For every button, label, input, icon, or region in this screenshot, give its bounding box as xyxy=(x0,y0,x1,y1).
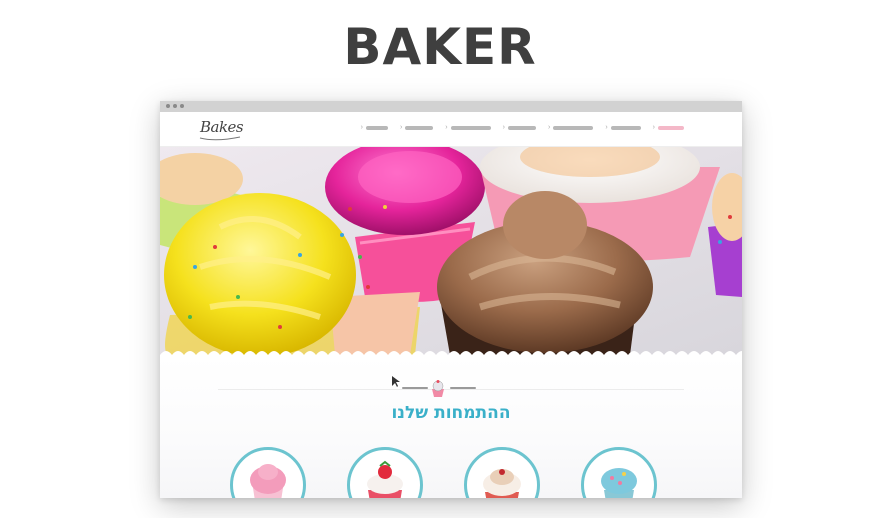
strawberry-cupcake-icon xyxy=(367,460,403,498)
nav-item-label xyxy=(507,125,536,130)
heading-ornament xyxy=(388,379,488,401)
nav-bullet-icon: › xyxy=(399,124,403,131)
nav-item-6[interactable]: › xyxy=(605,124,641,131)
flourish-left-icon xyxy=(402,387,428,389)
window-dot-icon[interactable] xyxy=(173,104,177,108)
nav-bullet-icon: › xyxy=(360,124,363,131)
window-dot-icon[interactable] xyxy=(166,104,170,108)
nav-item-label xyxy=(658,125,684,130)
site-logo[interactable]: Bakes xyxy=(196,116,248,142)
window-dot-icon[interactable] xyxy=(180,104,184,108)
site-navbar: Bakes › › › › › › › xyxy=(160,112,742,147)
pink-cupcake-icon xyxy=(250,464,286,498)
nav-bullet-icon: › xyxy=(605,124,608,131)
section-heading: ההתמחות שלנו xyxy=(391,403,511,423)
nav-item-5[interactable]: › xyxy=(547,124,594,131)
nav-item-7[interactable]: › xyxy=(653,124,684,131)
nav-item-2[interactable]: › xyxy=(399,124,434,131)
product-blue-sprinkle-cupcake[interactable] xyxy=(581,447,657,498)
nav-bullet-icon: › xyxy=(547,124,551,131)
product-strawberry-cupcake[interactable] xyxy=(347,447,423,498)
browser-window: Bakes › › › › › › › ההתמחות שלנו xyxy=(160,101,742,498)
cupcake-ornament-icon xyxy=(432,380,444,397)
browser-titlebar xyxy=(160,101,742,112)
cupcakes-hero-image xyxy=(160,147,742,355)
nav-bullet-icon: › xyxy=(652,124,655,131)
product-pink-swirl-cupcake[interactable] xyxy=(230,447,306,498)
nav-item-label xyxy=(610,125,641,130)
nav-item-label xyxy=(450,125,491,130)
flourish-right-icon xyxy=(450,387,476,389)
red-velvet-cupcake-icon xyxy=(483,469,521,498)
blue-cupcake-icon xyxy=(601,468,637,498)
nav-menu: › › › › › › › xyxy=(349,124,684,131)
hero-banner xyxy=(160,147,742,355)
specialties-section: ההתמחות שלנו xyxy=(160,355,742,498)
nav-bullet-icon: › xyxy=(502,124,505,131)
page-title: BAKER xyxy=(343,18,537,76)
nav-item-1[interactable]: › xyxy=(361,124,388,131)
product-red-velvet-cupcake[interactable] xyxy=(464,447,540,498)
script-logo-icon xyxy=(199,136,241,141)
mouse-cursor-icon xyxy=(392,376,400,387)
nav-item-label xyxy=(365,125,388,130)
nav-item-label xyxy=(405,125,434,130)
nav-item-label xyxy=(553,125,594,130)
nav-item-3[interactable]: › xyxy=(445,124,491,131)
nav-bullet-icon: › xyxy=(445,124,448,131)
nav-item-4[interactable]: › xyxy=(503,124,536,131)
